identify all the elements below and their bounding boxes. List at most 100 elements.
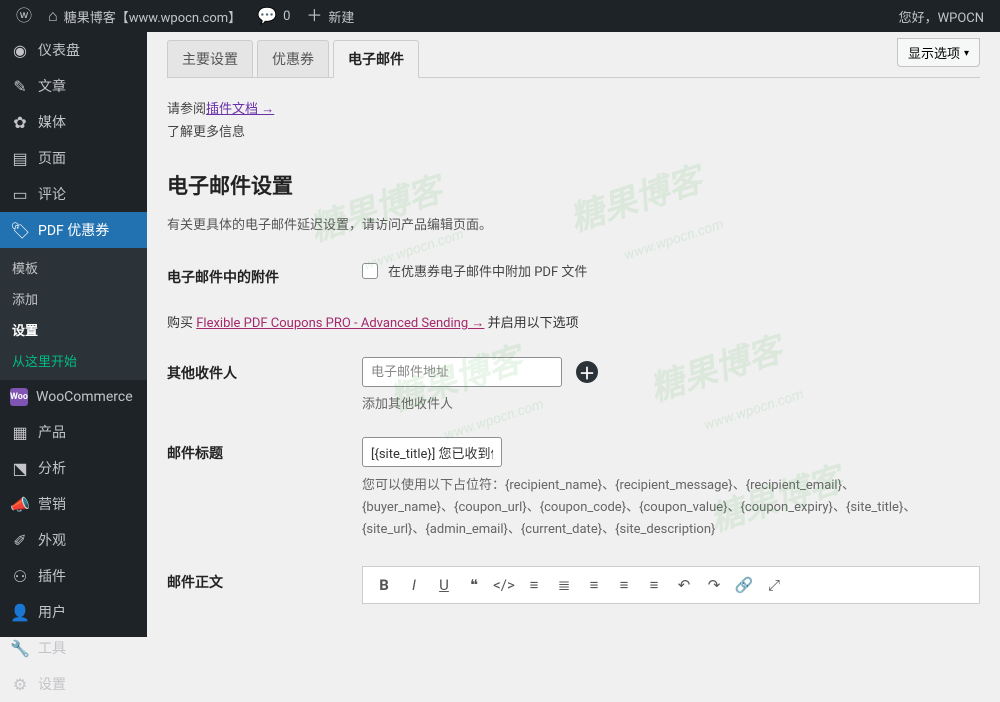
editor-link-button[interactable]: 🔗	[729, 571, 759, 599]
user-icon: 👤	[10, 603, 30, 622]
row-body: 邮件正文 B I U ❝ </> ≡ ≣ ≡ ≡ ≡ ↶ ↷ 🔗 ⤢	[167, 566, 980, 604]
menu-posts[interactable]: ✎文章	[0, 68, 147, 104]
settings-tabs: 主要设置 优惠券 电子邮件	[167, 40, 980, 78]
dashboard-icon: ◉	[10, 41, 30, 60]
menu-pdf-coupons[interactable]: 🏷PDF 优惠券	[0, 212, 147, 248]
comment-icon: ▭	[10, 185, 30, 204]
menu-comments[interactable]: ▭评论	[0, 176, 147, 212]
tab-main[interactable]: 主要设置	[167, 40, 253, 78]
add-recipient-button[interactable]: ＋	[576, 361, 598, 383]
site-title: 糖果博客【www.wpocn.com】	[64, 7, 241, 26]
align-center-icon: ≡	[620, 576, 629, 594]
menu-dashboard[interactable]: ◉仪表盘	[0, 32, 147, 68]
new-label: 新建	[328, 7, 354, 26]
plus-icon: ＋	[306, 8, 322, 24]
row-attachments: 电子邮件中的附件 在优惠券电子邮件中附加 PDF 文件	[167, 261, 980, 287]
greeting: 您好，WPOCN	[899, 7, 984, 26]
editor-ol-button[interactable]: ≣	[549, 571, 579, 599]
section-desc: 有关更具体的电子邮件延迟设置，请访问产品编辑页面。	[167, 214, 980, 233]
align-left-icon: ≡	[590, 576, 599, 594]
account-link[interactable]: 您好，WPOCN	[891, 0, 992, 32]
woo-icon: Woo	[10, 388, 28, 406]
expand-icon: ⤢	[768, 576, 780, 594]
submenu-add[interactable]: 添加	[0, 283, 147, 314]
row-subject: 邮件标题 您可以使用以下占位符：{recipient_name}、{recipi…	[167, 437, 980, 541]
submenu-templates[interactable]: 模板	[0, 252, 147, 283]
undo-icon: ↶	[678, 576, 691, 594]
code-icon: </>	[493, 576, 515, 594]
submenu-pdf-coupons: 模板 添加 设置 从这里开始	[0, 248, 147, 380]
brush-icon: ✐	[10, 531, 30, 550]
editor-ul-button[interactable]: ≡	[519, 571, 549, 599]
menu-woocommerce[interactable]: WooWooCommerce	[0, 380, 147, 414]
plus-icon: ＋	[579, 360, 595, 384]
menu-marketing[interactable]: 📣营销	[0, 486, 147, 522]
menu-pages[interactable]: ▤页面	[0, 140, 147, 176]
tab-coupons[interactable]: 优惠券	[257, 40, 329, 78]
section-title: 电子邮件设置	[167, 170, 980, 200]
comments-link[interactable]: 💬0	[249, 0, 298, 32]
label-subject: 邮件标题	[167, 437, 362, 463]
editor-toolbar: B I U ❝ </> ≡ ≣ ≡ ≡ ≡ ↶ ↷ 🔗 ⤢	[362, 566, 980, 604]
plugin-icon: ⚇	[10, 567, 30, 586]
media-icon: ✿	[10, 113, 30, 132]
wordpress-icon: ⓦ	[16, 8, 32, 24]
admin-bar: ⓦ ⌂糖果博客【www.wpocn.com】 💬0 ＋新建 您好，WPOCN	[0, 0, 1000, 32]
menu-appearance[interactable]: ✐外观	[0, 522, 147, 558]
doc-line-1: 请参阅插件文档 →	[167, 98, 980, 117]
menu-settings[interactable]: ⚙设置	[0, 666, 147, 702]
chevron-down-icon	[964, 45, 969, 60]
italic-icon: I	[412, 576, 416, 594]
megaphone-icon: 📣	[10, 495, 30, 514]
list-ol-icon: ≣	[558, 576, 571, 594]
editor-undo-button[interactable]: ↶	[669, 571, 699, 599]
align-right-icon: ≡	[650, 576, 659, 594]
redo-icon: ↷	[708, 576, 721, 594]
submenu-settings[interactable]: 设置	[0, 314, 147, 345]
label-recipients: 其他收件人	[167, 357, 362, 383]
tab-email[interactable]: 电子邮件	[333, 40, 419, 78]
editor-fullscreen-button[interactable]: ⤢	[759, 571, 789, 599]
editor-align-center-button[interactable]: ≡	[609, 571, 639, 599]
menu-tools[interactable]: 🔧工具	[0, 630, 147, 666]
list-ul-icon: ≡	[530, 576, 539, 594]
recipient-email-input[interactable]	[362, 357, 562, 387]
doc-line-2: 了解更多信息	[167, 121, 980, 140]
subject-input[interactable]	[362, 437, 502, 467]
wp-logo[interactable]: ⓦ	[8, 0, 40, 32]
page-icon: ▤	[10, 149, 30, 168]
editor-align-left-button[interactable]: ≡	[579, 571, 609, 599]
editor-underline-button[interactable]: U	[429, 571, 459, 599]
label-body: 邮件正文	[167, 566, 362, 592]
site-link[interactable]: ⌂糖果博客【www.wpocn.com】	[40, 0, 249, 32]
pro-link[interactable]: Flexible PDF Coupons PRO - Advanced Send…	[196, 316, 484, 331]
menu-analytics[interactable]: ⬔分析	[0, 450, 147, 486]
menu-users[interactable]: 👤用户	[0, 594, 147, 630]
new-content[interactable]: ＋ 新建	[298, 0, 362, 32]
checkbox-label: 在优惠券电子邮件中附加 PDF 文件	[388, 261, 587, 280]
checkbox-attach-pdf[interactable]	[362, 263, 378, 279]
tag-icon: 🏷	[10, 221, 30, 240]
editor-code-button[interactable]: </>	[489, 571, 519, 599]
underline-icon: U	[439, 576, 449, 594]
subject-placeholders: 您可以使用以下占位符：{recipient_name}、{recipient_m…	[362, 475, 922, 541]
editor-redo-button[interactable]: ↷	[699, 571, 729, 599]
screen-options-toggle[interactable]: 显示选项	[897, 38, 980, 67]
editor-quote-button[interactable]: ❝	[459, 571, 489, 599]
label-attachments: 电子邮件中的附件	[167, 261, 362, 287]
menu-products[interactable]: ▦产品	[0, 414, 147, 450]
buy-pro-line: 购买 Flexible PDF Coupons PRO - Advanced S…	[167, 312, 980, 331]
plugin-docs-link[interactable]: 插件文档 →	[206, 102, 274, 117]
comment-icon: 💬	[257, 8, 277, 24]
comments-count: 0	[283, 9, 290, 24]
submenu-start-here[interactable]: 从这里开始	[0, 345, 147, 376]
gear-icon: ⚙	[10, 675, 30, 694]
editor-bold-button[interactable]: B	[369, 571, 399, 599]
link-icon: 🔗	[735, 576, 754, 594]
main-content: 显示选项 主要设置 优惠券 电子邮件 请参阅插件文档 → 了解更多信息 电子邮件…	[147, 32, 1000, 637]
chart-icon: ⬔	[10, 459, 30, 478]
menu-plugins[interactable]: ⚇插件	[0, 558, 147, 594]
editor-italic-button[interactable]: I	[399, 571, 429, 599]
menu-media[interactable]: ✿媒体	[0, 104, 147, 140]
editor-align-right-button[interactable]: ≡	[639, 571, 669, 599]
